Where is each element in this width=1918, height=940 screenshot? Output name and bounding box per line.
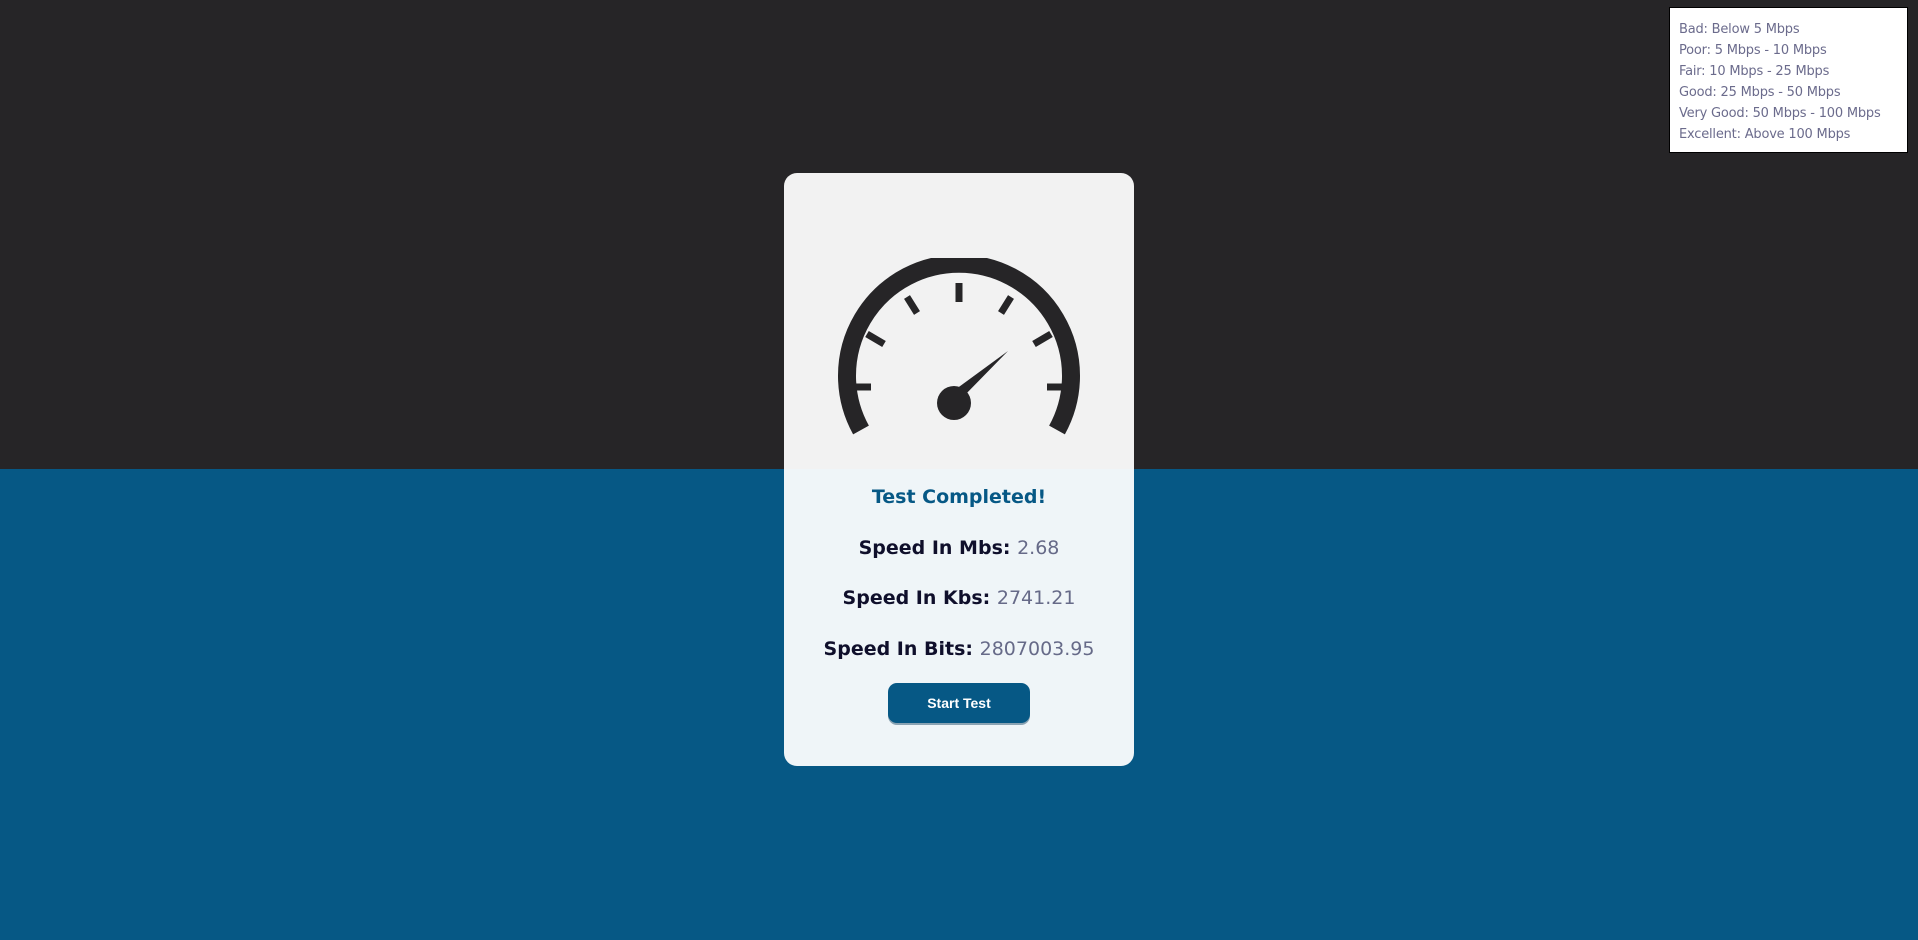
card-header <box>784 173 1134 469</box>
speed-mbs-label: Speed In Mbs: <box>858 537 1018 559</box>
legend-item-very-good: Very Good: 50 Mbps - 100 Mbps <box>1679 106 1881 121</box>
legend-item-bad: Bad: Below 5 Mbps <box>1679 22 1800 37</box>
test-status: Test Completed! <box>871 486 1047 508</box>
speed-kbs-row: Speed In Kbs: 2741.21 <box>784 587 1134 609</box>
legend-item-poor: Poor: 5 Mbps - 10 Mbps <box>1679 43 1827 58</box>
speed-bits-value: 2807003.95 <box>979 638 1095 660</box>
speed-test-card: Test Completed! Speed In Mbs: 2.68 Speed… <box>784 173 1134 766</box>
legend-item-good: Good: 25 Mbps - 50 Mbps <box>1679 85 1841 100</box>
speedometer-icon <box>838 258 1080 435</box>
speed-legend: Bad: Below 5 Mbps Poor: 5 Mbps - 10 Mbps… <box>1669 7 1908 153</box>
speed-kbs-label: Speed In Kbs: <box>842 587 997 609</box>
speed-bits-label: Speed In Bits: <box>823 638 980 660</box>
speed-kbs-value: 2741.21 <box>996 587 1076 609</box>
legend-item-fair: Fair: 10 Mbps - 25 Mbps <box>1679 64 1830 79</box>
legend-item-excellent: Excellent: Above 100 Mbps <box>1679 127 1851 142</box>
speed-bits-row: Speed In Bits: 2807003.95 <box>784 638 1134 660</box>
speed-mbs-value: 2.68 <box>1017 537 1060 559</box>
speed-mbs-row: Speed In Mbs: 2.68 <box>784 537 1134 559</box>
start-test-button[interactable]: Start Test <box>888 683 1030 723</box>
